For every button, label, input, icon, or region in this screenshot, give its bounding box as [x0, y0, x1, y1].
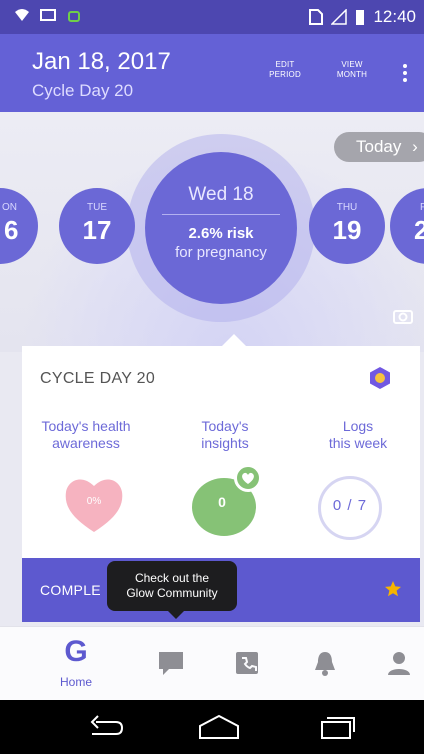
date-title: Jan 18, 2017 — [32, 48, 171, 75]
android-icon — [68, 11, 80, 22]
nav-home-label: Home — [59, 675, 92, 689]
heart-badge-icon — [234, 464, 262, 492]
day-dow: ON — [2, 202, 17, 213]
camera-icon[interactable] — [393, 308, 413, 324]
selected-day-label: Wed 18 — [188, 184, 254, 205]
edit-period-button[interactable]: EDIT PERIOD — [262, 60, 308, 80]
label-line: Today's health — [41, 418, 131, 434]
insights-label[interactable]: Today's insights — [170, 418, 280, 452]
back-icon[interactable] — [86, 714, 126, 740]
day-circle-mon[interactable]: ON 6 — [0, 188, 38, 264]
day-num: 19 — [332, 215, 362, 245]
day-num: 17 — [82, 215, 112, 245]
more-options-icon[interactable] — [400, 64, 410, 86]
tooltip-arrow — [168, 611, 184, 619]
view-month-label-1: VIEW — [341, 60, 363, 69]
health-awareness-label[interactable]: Today's health awareness — [30, 418, 142, 452]
view-month-label-2: MONTH — [336, 70, 368, 79]
bottom-nav: G Home — [0, 626, 424, 700]
label-line: insights — [201, 435, 249, 451]
tooltip-line-1: Check out the — [134, 571, 210, 585]
day-num: 2 — [414, 215, 424, 245]
glow-logo-icon: G — [64, 635, 88, 668]
system-nav-bar — [0, 700, 424, 754]
card-pointer — [222, 334, 246, 346]
status-bar: 12:40 — [0, 0, 424, 34]
wifi-icon — [15, 9, 29, 21]
status-time: 12:40 — [373, 7, 416, 26]
bell-icon[interactable] — [312, 649, 338, 677]
app-header: Jan 18, 2017 Cycle Day 20 EDIT PERIOD VI… — [0, 34, 424, 112]
chevron-right-icon: › — [412, 137, 418, 156]
day-num: 6 — [4, 215, 19, 245]
messages-icon[interactable] — [233, 649, 263, 677]
divider — [162, 214, 280, 215]
label-line: awareness — [52, 435, 120, 451]
home-button-icon[interactable] — [196, 714, 242, 740]
label-line: Logs — [342, 418, 374, 434]
edit-period-label-1: EDIT — [275, 60, 295, 69]
today-label: Today — [356, 137, 402, 156]
card-title: CYCLE DAY 20 — [40, 370, 156, 387]
calendar-area: ON 6 TUE 17 Wed 18 2.6% risk for pregnan… — [0, 112, 424, 352]
day-dow: THU — [336, 202, 358, 213]
complete-text: COMPLE — [40, 582, 101, 598]
star-icon — [385, 581, 401, 597]
label-line: Today's — [201, 418, 249, 434]
cycle-day-subtitle: Cycle Day 20 — [32, 81, 134, 100]
recent-apps-icon[interactable] — [318, 714, 358, 740]
label-line: this week — [328, 435, 388, 451]
insights-value: 0 — [218, 494, 226, 510]
pregnancy-risk-note: for pregnancy — [175, 244, 267, 261]
tooltip-line-2: Glow Community — [126, 586, 218, 600]
selected-day-circle[interactable]: Wed 18 2.6% risk for pregnancy — [145, 152, 297, 304]
day-dow: F — [420, 202, 424, 213]
health-awareness-value: 0% — [86, 496, 102, 507]
view-month-button[interactable]: VIEW MONTH — [330, 60, 374, 80]
today-button[interactable]: Today › — [334, 132, 424, 162]
day-circle-thu[interactable]: THU 19 — [309, 188, 385, 264]
nav-home[interactable]: G Home — [46, 627, 106, 701]
edit-period-label-2: PERIOD — [269, 70, 301, 79]
day-circle-tue[interactable]: TUE 17 — [59, 188, 135, 264]
battery-icon — [356, 10, 365, 25]
premium-badge-icon[interactable] — [368, 366, 392, 390]
screenshot-icon — [40, 9, 56, 21]
logs-label[interactable]: Logs this week — [302, 418, 414, 452]
day-dow: TUE — [87, 202, 107, 213]
community-chat-icon[interactable] — [156, 649, 186, 677]
pregnancy-risk: 2.6% risk — [188, 225, 254, 242]
community-tooltip[interactable]: Check out the Glow Community — [107, 561, 237, 611]
logs-value: 0 / 7 — [332, 497, 368, 514]
signal-icon — [331, 9, 348, 25]
profile-icon[interactable] — [386, 649, 412, 677]
sim-icon — [309, 9, 324, 25]
